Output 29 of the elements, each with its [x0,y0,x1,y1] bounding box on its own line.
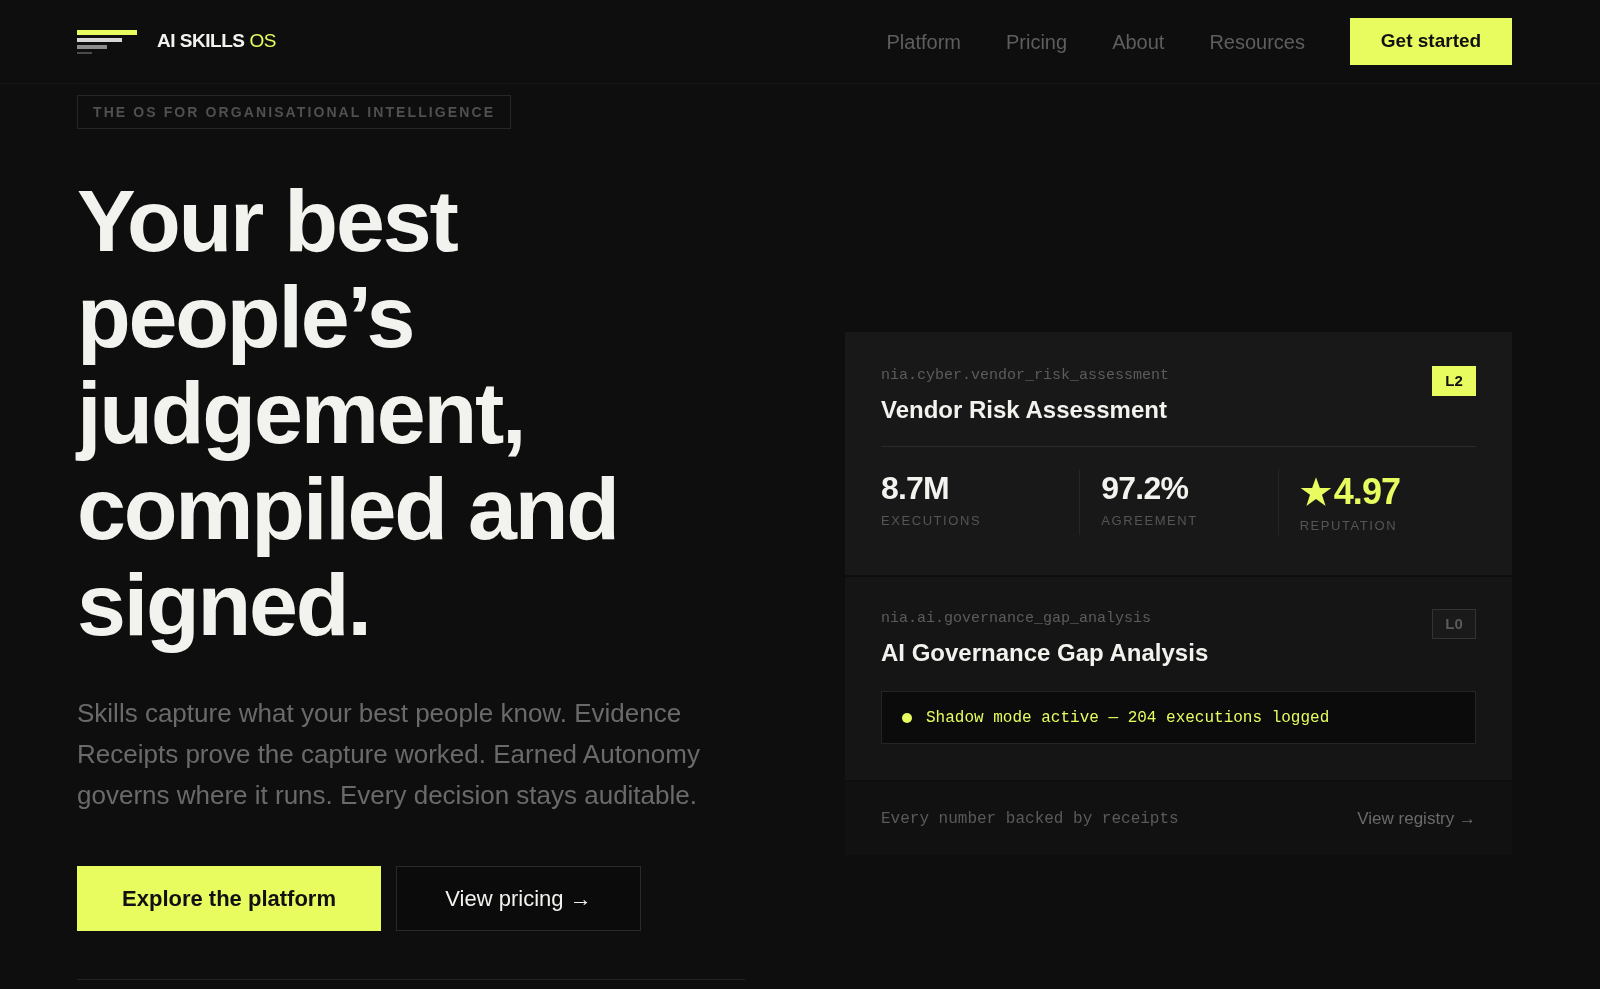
stat-value: 4.97 [1333,470,1401,514]
hero-heading: Your best people’s judgement, compiled and signed. [77,173,619,653]
star-icon [1299,476,1332,508]
skill-title: Vendor Risk Assessment [881,395,1167,425]
get-started-button[interactable]: Get started [1350,18,1512,65]
logo-icon [77,29,137,54]
nav-link[interactable]: Pricing [1006,26,1068,57]
hero-description: Skills capture what your best people know. Evidence Receipts prove the capture worked. Earned Autonomy governs where it runs. Every decision stays auditable. [77,697,701,812]
skill-id: nia.cyber.vendor_risk_assessment [881,366,1170,386]
tier-badge: L0 [1432,609,1476,639]
tier-badge: L2 [1432,366,1476,396]
skill-id: nia.ai.governance_gap_analysis [881,609,1152,629]
view-registry-link[interactable]: View registry → [1357,805,1476,832]
stat-label: AGREEMENT [1101,512,1198,530]
view-pricing-button[interactable]: View pricing → [396,866,641,931]
status-dot-icon [902,712,912,723]
explore-platform-button[interactable]: Explore the platform [77,866,381,931]
skill-title: AI Governance Gap Analysis [881,638,1209,668]
footer-note: Every number backed by receipts [881,808,1179,830]
nav-link[interactable]: Resources [1209,26,1305,57]
nav-link[interactable]: Platform [886,26,961,57]
stat-value: 97.2% [1101,469,1189,507]
brand-name: AI SKILLS OS [157,29,276,54]
tagline-label: THE OS FOR ORGANISATIONAL INTELLIGENCE [77,95,512,129]
status-text: Shadow mode active — 204 executions logged [926,707,1330,729]
stat-label: EXECUTIONS [881,512,982,530]
stat-label: REPUTATION [1299,517,1398,535]
stat-value: 8.7M [881,469,949,507]
nav-link[interactable]: About [1112,26,1165,57]
